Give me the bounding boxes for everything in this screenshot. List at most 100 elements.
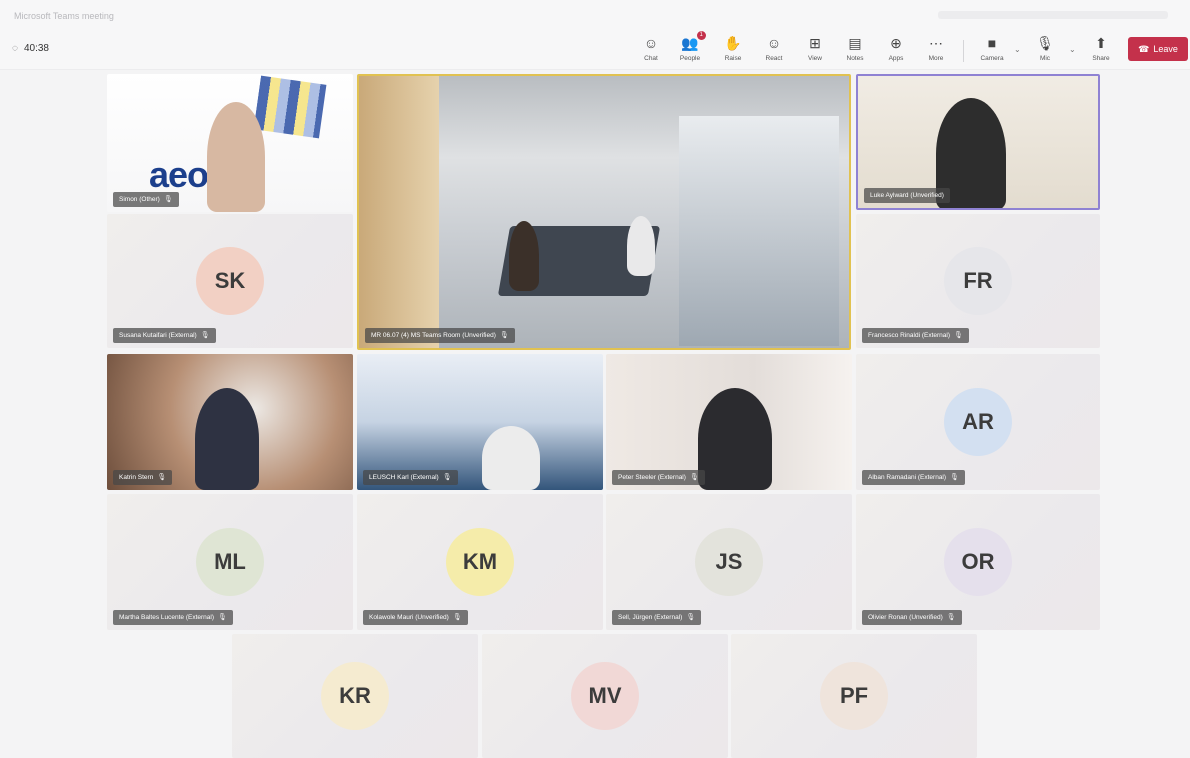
participant-name: Peter Steeler (External) — [618, 474, 686, 481]
meeting-timer: ◌ 40:38 — [12, 43, 49, 54]
avatar: MV — [571, 662, 639, 730]
name-tag: Susana Kutaifari (External) 🎙 — [113, 328, 216, 343]
avatar: PF — [820, 662, 888, 730]
participant-figure — [698, 388, 772, 490]
participant-figure — [482, 426, 540, 490]
view-icon: ⊞ — [809, 35, 821, 51]
mic-chevron-down-icon[interactable]: ⌄ — [1069, 45, 1076, 54]
camera-button[interactable]: ■ Camera — [975, 34, 1009, 68]
camera-icon: ■ — [987, 35, 997, 51]
avatar: KM — [446, 528, 514, 596]
video-tile-katrin[interactable]: Katrin Stern 🎙 — [107, 354, 353, 490]
participant-name: Susana Kutaifari (External) — [119, 332, 197, 339]
avatar: ML — [196, 528, 264, 596]
participant-name: Simon (Other) — [119, 196, 160, 203]
avatar: KR — [321, 662, 389, 730]
avatar: AR — [944, 388, 1012, 456]
share-button[interactable]: ⬆ Share — [1084, 34, 1118, 68]
avatar-tile-ml[interactable]: ML Martha Baltes Lucente (External) 🎙 — [107, 494, 353, 630]
more-icon: ⋯ — [929, 35, 943, 51]
participant-name: Luke Aylward (Unverified) — [870, 192, 944, 199]
timer-text: 40:38 — [23, 43, 49, 54]
mic-icon: 🎙 — [954, 332, 963, 339]
window-title: Microsoft Teams meeting — [14, 11, 114, 21]
people-button[interactable]: 👥 1 People — [673, 31, 707, 68]
avatar: OR — [944, 528, 1012, 596]
name-tag: MR 06.07 (4) MS Teams Room (Unverified) 🎙 — [365, 328, 515, 343]
mic-button[interactable]: 🎙 Mic — [1028, 34, 1062, 68]
avatar: SK — [196, 247, 264, 315]
phone-hangup-icon: ☎ — [1138, 43, 1150, 54]
participant-name: LEUSCH Karl (External) — [369, 474, 439, 481]
react-button[interactable]: ☺ React — [757, 34, 791, 68]
participant-name: Francesco Rinaldi (External) — [868, 332, 951, 339]
participant-name: Kolawole Mauri (Unverified) — [369, 614, 449, 621]
avatar-tile-or[interactable]: OR Olivier Ronan (Unverified) 🎙 — [856, 494, 1100, 630]
avatar-tile-kr[interactable]: KR — [232, 634, 478, 758]
mic-icon: 🎙 — [157, 474, 167, 481]
mic-icon: 🎙 — [950, 474, 959, 481]
logo-graphic — [253, 75, 327, 139]
avatar-tile-js[interactable]: JS Sell, Jürgen (External) 🎙 — [606, 494, 852, 630]
people-label: People — [679, 55, 701, 62]
mic-icon: 🎙 — [686, 614, 696, 621]
chat-icon: ☺ — [643, 35, 659, 51]
meeting-toolbar: ◌ 40:38 ☺ Chat 👥 1 People ✋ Raise ☺ React ⊞ View ▤ N… — [0, 31, 1190, 70]
avatar-tile-sk[interactable]: SK Susana Kutaifari (External) 🎙 — [107, 214, 353, 348]
participant-name: Olivier Ronan (Unverified) — [868, 614, 943, 621]
participant-name: Katrin Stern — [119, 474, 154, 481]
chat-label: Chat — [644, 55, 658, 62]
mic-label: Mic — [1039, 55, 1051, 62]
avatar-tile-fr[interactable]: FR Francesco Rinaldi (External) 🎙 — [856, 214, 1100, 348]
title-bar-controls — [938, 11, 1168, 19]
participant-name: Alban Ramadani (External) — [868, 474, 947, 481]
video-tile-simon[interactable]: aeon Simon (Other) 🎙 — [107, 74, 353, 212]
leave-label: Leave — [1153, 44, 1178, 54]
room-window — [679, 116, 839, 346]
avatar-tile-mv[interactable]: MV — [482, 634, 728, 758]
name-tag: Sell, Jürgen (External) 🎙 — [612, 610, 702, 625]
avatar: JS — [695, 528, 763, 596]
participant-figure — [195, 388, 259, 490]
view-button[interactable]: ⊞ View — [798, 34, 832, 68]
people-icon: 👥 1 — [681, 31, 706, 52]
mic-icon: 🎙 — [499, 332, 509, 339]
raise-label: Raise — [724, 55, 742, 62]
raise-button[interactable]: ✋ Raise — [716, 34, 750, 68]
camera-chevron-down-icon[interactable]: ⌄ — [1014, 45, 1021, 54]
camera-label: Camera — [980, 55, 1004, 62]
leave-button[interactable]: ☎ Leave — [1128, 37, 1188, 61]
avatar-tile-pf[interactable]: PF — [731, 634, 977, 758]
participant-name: Martha Baltes Lucente (External) — [119, 614, 215, 621]
video-tile-office[interactable]: LEUSCH Karl (External) 🎙 — [357, 354, 603, 490]
avatar-tile-km[interactable]: KM Kolawole Mauri (Unverified) 🎙 — [357, 494, 603, 630]
raise-hand-icon: ✋ — [724, 35, 742, 51]
view-label: View — [808, 55, 822, 62]
share-label: Share — [1092, 55, 1110, 62]
chat-button[interactable]: ☺ Chat — [634, 34, 668, 68]
name-tag: Olivier Ronan (Unverified) 🎙 — [862, 610, 962, 625]
name-tag: Kolawole Mauri (Unverified) 🎙 — [363, 610, 468, 625]
participant-name: Sell, Jürgen (External) — [618, 614, 683, 621]
more-button[interactable]: ⋯ More — [919, 34, 953, 68]
people-count-badge: 1 — [696, 31, 706, 40]
mic-icon: 🎙 — [200, 332, 210, 339]
mic-icon: 🎙 — [946, 614, 956, 621]
title-bar: Microsoft Teams meeting — [0, 0, 1190, 32]
more-label: More — [928, 55, 944, 62]
name-tag: Alban Ramadani (External) 🎙 — [862, 470, 965, 485]
notes-button[interactable]: ▤ Notes — [838, 34, 872, 68]
mic-icon: 🎙 — [218, 614, 227, 621]
notes-icon: ▤ — [848, 35, 862, 51]
toolbar-separator — [963, 40, 964, 62]
avatar-tile-ar[interactable]: AR Alban Ramadani (External) 🎙 — [856, 354, 1100, 490]
name-tag: Katrin Stern 🎙 — [113, 470, 173, 485]
apps-button[interactable]: ⊕ Apps — [879, 34, 913, 68]
mic-icon: 🎙 — [163, 196, 173, 203]
share-icon: ⬆ — [1095, 35, 1107, 51]
participant-figure — [627, 216, 655, 276]
name-tag: Peter Steeler (External) 🎙 — [612, 470, 705, 485]
video-tile-peter[interactable]: Peter Steeler (External) 🎙 — [606, 354, 852, 490]
video-tile-room[interactable]: MR 06.07 (4) MS Teams Room (Unverified) 🎙 — [357, 74, 851, 350]
video-tile-luke[interactable]: Luke Aylward (Unverified) — [856, 74, 1100, 210]
